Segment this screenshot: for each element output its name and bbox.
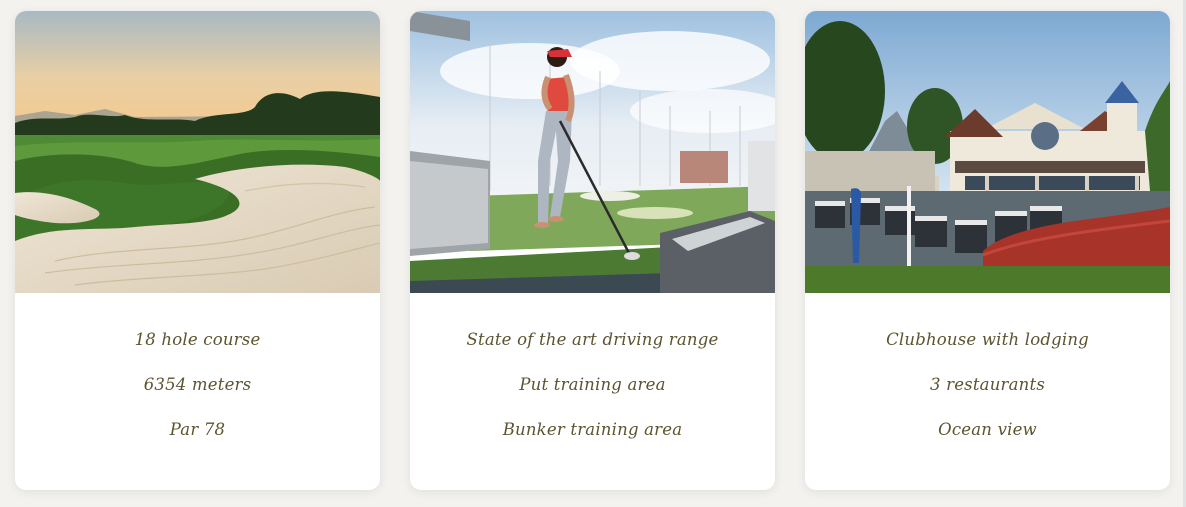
golf-course-photo <box>15 11 380 293</box>
clubhouse-card: Clubhouse with lodging 3 restaurants Oce… <box>805 11 1170 490</box>
course-card: 18 hole course 6354 meters Par 78 <box>15 11 380 490</box>
feature-text: Ocean view <box>938 420 1037 439</box>
feature-text: Put training area <box>519 375 666 394</box>
feature-text: Bunker training area <box>502 420 683 439</box>
driving-range-photo <box>410 11 775 293</box>
feature-text: State of the art driving range <box>466 330 719 349</box>
driving-range-features: State of the art driving range Put train… <box>410 293 775 464</box>
feature-text: Clubhouse with lodging <box>886 330 1089 349</box>
feature-text: 6354 meters <box>143 375 252 394</box>
feature-cards-grid: 18 hole course 6354 meters Par 78 State … <box>0 0 1186 507</box>
clubhouse-photo <box>805 11 1170 293</box>
driving-range-card: State of the art driving range Put train… <box>410 11 775 490</box>
feature-text: 18 hole course <box>134 330 261 349</box>
clubhouse-features: Clubhouse with lodging 3 restaurants Oce… <box>805 293 1170 464</box>
feature-text: Par 78 <box>169 420 226 439</box>
feature-text: 3 restaurants <box>929 375 1045 394</box>
course-features: 18 hole course 6354 meters Par 78 <box>15 293 380 464</box>
